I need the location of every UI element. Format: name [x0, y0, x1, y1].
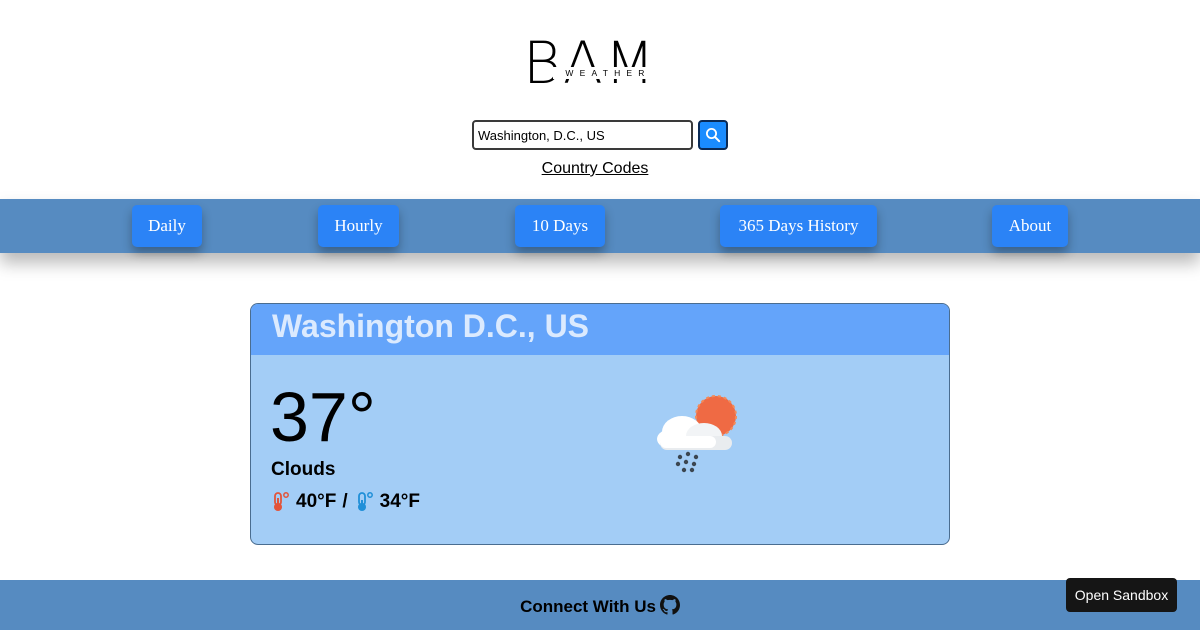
brand-logo: BAM WEATHER: [523, 30, 683, 96]
github-icon[interactable]: [659, 595, 680, 615]
temperature-separator: /: [342, 491, 348, 512]
nav-10-days-button[interactable]: 10 Days: [515, 205, 605, 247]
search-input[interactable]: [472, 120, 693, 150]
nav-bar: Daily Hourly 10 Days 365 Days History Ab…: [0, 199, 1200, 253]
search-icon: [706, 128, 721, 143]
weather-condition: Clouds: [271, 459, 336, 480]
nav-history-button[interactable]: 365 Days History: [720, 205, 877, 247]
footer: Connect With Us: [0, 580, 1200, 630]
nav-hourly-button[interactable]: Hourly: [318, 205, 399, 247]
connect-with-us-text: Connect With Us: [520, 597, 656, 616]
open-sandbox-button[interactable]: Open Sandbox: [1066, 578, 1177, 612]
snow-cloud-sun-icon: [657, 395, 737, 473]
city-name: Washington D.C., US: [272, 308, 590, 344]
high-temperature: 40°F: [296, 491, 337, 512]
high-low-temperature: 40°F / 34°F: [270, 491, 420, 513]
logo-text: BAM: [523, 29, 657, 97]
current-temperature: 37°: [270, 378, 376, 456]
nav-about-button[interactable]: About: [992, 205, 1068, 247]
weather-card-header: Washington D.C., US: [251, 304, 949, 355]
low-temperature: 34°F: [379, 491, 420, 512]
logo-subtext: WEATHER: [553, 67, 657, 79]
thermometer-hot-icon: [274, 492, 289, 511]
country-codes-link[interactable]: Country Codes: [0, 160, 1190, 178]
search-button[interactable]: [698, 120, 728, 150]
thermometer-cold-icon: [357, 492, 373, 511]
weather-card: Washington D.C., US 37° Clouds 40°F / 34…: [250, 303, 950, 545]
nav-daily-button[interactable]: Daily: [132, 205, 202, 247]
